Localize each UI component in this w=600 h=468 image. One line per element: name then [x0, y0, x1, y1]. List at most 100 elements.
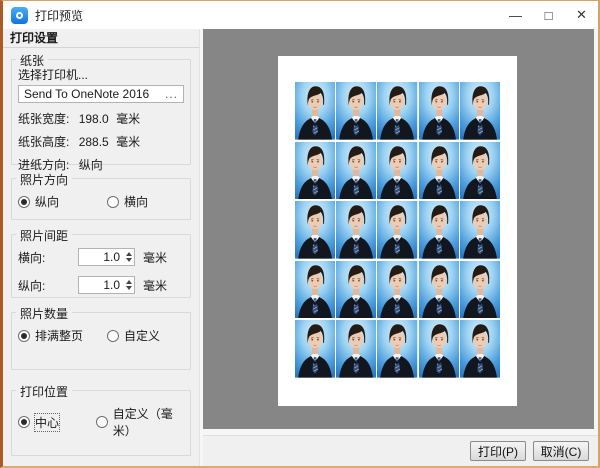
id-photo: [377, 261, 417, 319]
sidebar-header: 打印设置: [3, 29, 199, 48]
radio-icon: [18, 195, 30, 208]
browse-button[interactable]: ...: [165, 87, 178, 101]
photo-spacing-group: 照片间距 横向: 1.0 毫米 纵向: 1.0 毫米: [11, 227, 191, 298]
group-title: 打印位置: [16, 383, 73, 400]
paper-width-row: 纸张宽度: 198.0 毫米: [18, 112, 184, 126]
group-title: 照片方向: [16, 171, 73, 188]
id-photo: [460, 261, 500, 319]
spin-down-arrow[interactable]: [125, 286, 132, 290]
titlebar: 打印预览 — □ ✕: [3, 1, 598, 29]
select-printer-label: 选择打印机...: [18, 68, 89, 82]
feed-direction-label: 进纸方向:: [18, 158, 70, 172]
radio-label: 纵向: [35, 195, 60, 209]
settings-sidebar: 打印设置 纸张 选择打印机... Send To OneNote 2016 ..…: [3, 29, 200, 466]
vertical-spacing-spinbox[interactable]: 1.0: [78, 276, 135, 294]
id-photo: [295, 320, 335, 378]
quantity-radio-row: 排满整页 自定义: [18, 327, 184, 344]
id-photo: [419, 201, 459, 259]
vertical-spacing-value: 1.0: [103, 278, 120, 292]
spin-up-arrow[interactable]: [125, 252, 132, 256]
paper-width-unit: 毫米: [116, 112, 141, 126]
print-position-group: 打印位置 中心 自定义（毫米）: [11, 383, 191, 456]
id-photo: [377, 320, 417, 378]
id-photo: [295, 261, 335, 319]
id-photo: [295, 82, 335, 140]
radio-portrait[interactable]: 纵向: [18, 193, 107, 210]
vertical-spacing-label: 纵向:: [18, 278, 46, 293]
printer-name: Send To OneNote 2016: [24, 87, 150, 101]
spacing-unit: 毫米: [143, 278, 168, 293]
photo-quantity-group: 照片数量 排满整页 自定义: [11, 305, 191, 370]
group-title: 照片数量: [16, 305, 73, 322]
horizontal-spacing-label: 横向:: [18, 250, 46, 265]
radio-icon: [18, 416, 30, 428]
radio-label: 排满整页: [35, 329, 84, 343]
radio-fill-page[interactable]: 排满整页: [18, 327, 107, 344]
app-icon: [11, 6, 28, 24]
paper-width-label: 纸张宽度:: [18, 112, 70, 126]
minimize-button[interactable]: —: [499, 1, 532, 29]
radio-icon: [107, 195, 119, 208]
footer-bar: 打印(P) 取消(C): [203, 435, 598, 466]
id-photo: [460, 142, 500, 200]
id-photo: [295, 201, 335, 259]
spinner-arrows: [123, 277, 134, 293]
group-title: 纸张: [16, 52, 49, 69]
id-photo: [377, 201, 417, 259]
id-photo: [419, 320, 459, 378]
id-photo: [336, 142, 376, 200]
close-button[interactable]: ✕: [565, 1, 598, 29]
id-photo: [419, 82, 459, 140]
print-preview-canvas: [203, 29, 594, 429]
id-photo: [419, 142, 459, 200]
printer-select[interactable]: Send To OneNote 2016 ...: [18, 85, 184, 103]
orientation-radio-row: 纵向 横向: [18, 193, 184, 210]
id-photo: [377, 142, 417, 200]
radio-label: 横向: [124, 195, 149, 209]
radio-icon: [95, 416, 108, 428]
horizontal-spacing-row: 横向: 1.0 毫米: [18, 247, 184, 267]
window-title: 打印预览: [35, 8, 84, 23]
horizontal-spacing-value: 1.0: [103, 250, 120, 264]
photo-orientation-group: 照片方向 纵向 横向: [11, 171, 191, 220]
feed-direction-row: 进纸方向: 纵向: [18, 158, 184, 172]
id-photo: [336, 261, 376, 319]
id-photo: [419, 261, 459, 319]
spacing-unit: 毫米: [143, 250, 168, 265]
print-button[interactable]: 打印(P): [470, 441, 526, 461]
radio-icon: [107, 329, 119, 342]
paper-height-value: 288.5: [78, 135, 109, 149]
window-controls: — □ ✕: [499, 1, 598, 29]
horizontal-spacing-spinbox[interactable]: 1.0: [78, 248, 135, 266]
radio-custom-position[interactable]: 自定义（毫米）: [95, 405, 184, 439]
paper-height-unit: 毫米: [116, 135, 141, 149]
id-photo: [460, 201, 500, 259]
position-radio-row: 中心 自定义（毫米）: [18, 405, 184, 439]
photo-grid: [295, 82, 500, 378]
spin-down-arrow[interactable]: [125, 258, 132, 262]
print-preview-window: 打印预览 — □ ✕ 打印设置 纸张 选择打印机... Send To OneN…: [0, 0, 600, 468]
spin-up-arrow[interactable]: [125, 280, 132, 284]
paper-height-row: 纸张高度: 288.5 毫米: [18, 135, 184, 149]
id-photo: [377, 82, 417, 140]
id-photo: [295, 142, 335, 200]
id-photo: [336, 82, 376, 140]
radio-center[interactable]: 中心: [18, 412, 96, 432]
spinner-arrows: [123, 249, 134, 265]
radio-custom-quantity[interactable]: 自定义: [107, 327, 160, 344]
id-photo: [460, 82, 500, 140]
radio-landscape[interactable]: 横向: [107, 193, 148, 210]
radio-label: 自定义: [124, 329, 161, 343]
radio-label: 自定义（毫米）: [112, 407, 173, 438]
id-photo: [336, 201, 376, 259]
maximize-button[interactable]: □: [532, 1, 565, 29]
feed-direction-value: 纵向: [78, 158, 103, 172]
paper-group: 纸张 选择打印机... Send To OneNote 2016 ... 纸张宽…: [11, 52, 191, 172]
cancel-button[interactable]: 取消(C): [533, 441, 589, 461]
id-photo: [336, 320, 376, 378]
paper-width-value: 198.0: [78, 112, 109, 126]
vertical-spacing-row: 纵向: 1.0 毫米: [18, 275, 184, 295]
paper-height-label: 纸张高度:: [18, 135, 70, 149]
radio-icon: [18, 329, 30, 342]
id-photo: [460, 320, 500, 378]
